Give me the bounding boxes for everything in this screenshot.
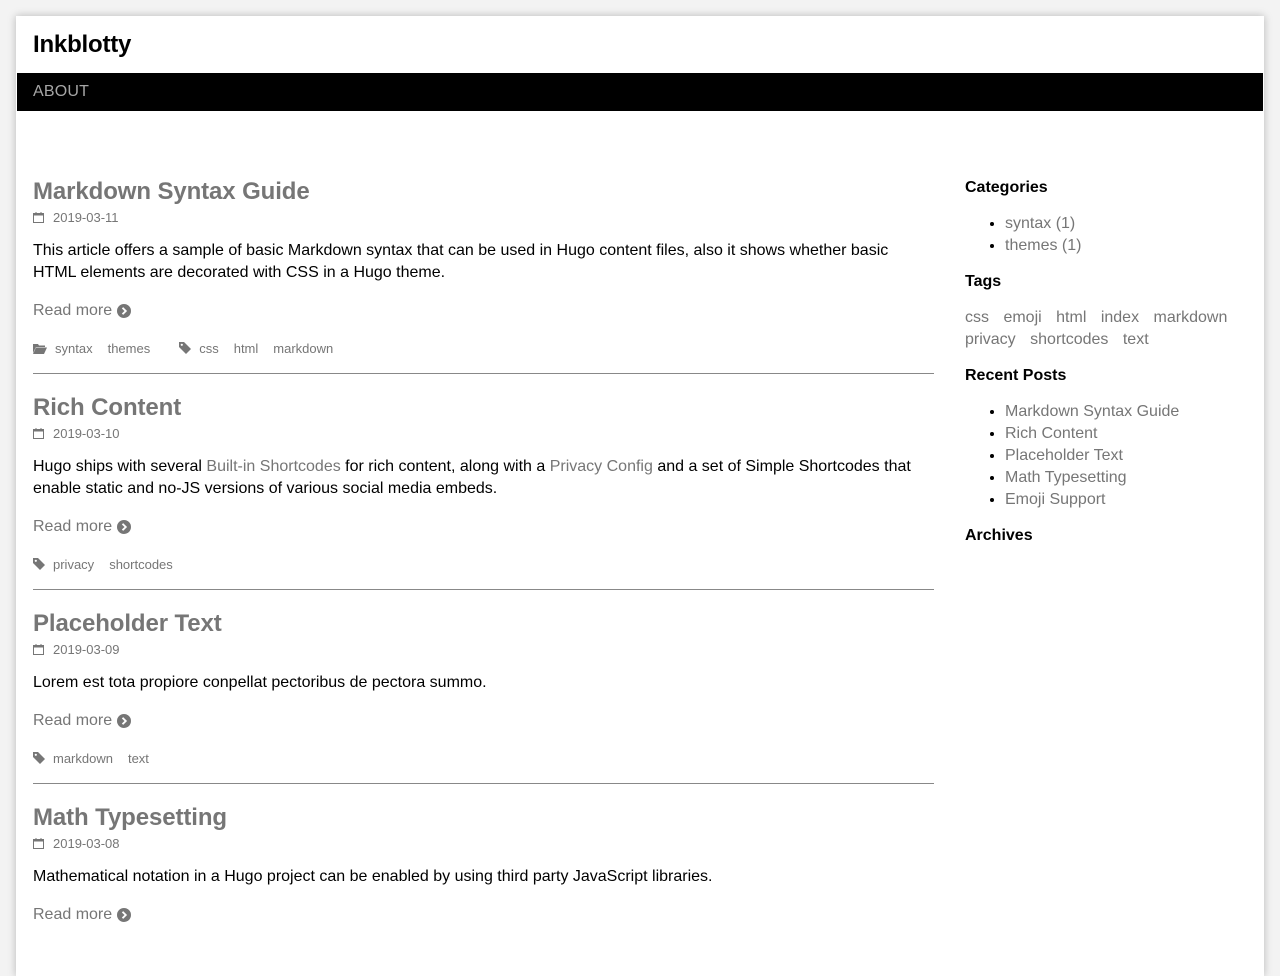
tag-link-shortcodes[interactable]: shortcodes (109, 557, 173, 572)
privacy-config-link[interactable]: Privacy Config (550, 458, 653, 475)
post-summary: Hugo ships with several Built-in Shortco… (33, 456, 934, 500)
post-divider (33, 373, 934, 374)
nav-item-about[interactable]: ABOUT (33, 83, 89, 101)
tag-link-text[interactable]: text (128, 751, 149, 766)
category-item: themes (1) (1005, 235, 1245, 257)
chevron-circle-right-icon (117, 714, 132, 728)
read-more-link[interactable]: Read more (33, 516, 132, 538)
summary-text: for rich content, along with a (340, 458, 550, 475)
recent-posts-list: Markdown Syntax Guide Rich Content Place… (965, 401, 1245, 511)
post-item: Markdown Syntax Guide 2019-03-11 This ar… (33, 178, 934, 358)
page-container: Inkblotty ABOUT Markdown Syntax Guide 20… (16, 16, 1264, 976)
category-item: syntax (1) (1005, 213, 1245, 235)
post-date: 2019-03-09 (33, 639, 934, 659)
tag-link-shortcodes[interactable]: shortcodes (1030, 329, 1108, 351)
post-divider (33, 783, 934, 784)
summary-text: Hugo ships with several (33, 458, 207, 475)
tag-cloud: css emoji html index markdown privacy sh… (965, 307, 1245, 351)
tag-link-css[interactable]: css (965, 307, 989, 329)
post-taxonomy: privacy shortcodes (33, 554, 934, 574)
post-date: 2019-03-10 (33, 423, 934, 443)
recent-posts-widget: Recent Posts Markdown Syntax Guide Rich … (965, 366, 1245, 511)
archives-widget: Archives (965, 526, 1245, 546)
recent-post-link[interactable]: Markdown Syntax Guide (1005, 403, 1179, 420)
read-more-label: Read more (33, 712, 113, 729)
recent-post-item: Rich Content (1005, 423, 1245, 445)
recent-post-item: Emoji Support (1005, 489, 1245, 511)
post-item: Placeholder Text 2019-03-09 Lorem est to… (33, 610, 934, 768)
post-divider (33, 589, 934, 590)
tag-link-markdown[interactable]: markdown (53, 751, 113, 766)
post-date-text: 2019-03-09 (53, 641, 120, 657)
calendar-icon (33, 837, 44, 849)
categories-list: syntax (1) themes (1) (965, 213, 1245, 257)
tag-link-privacy[interactable]: privacy (53, 557, 94, 572)
read-more-link[interactable]: Read more (33, 904, 132, 926)
chevron-circle-right-icon (117, 908, 132, 922)
chevron-circle-right-icon (117, 520, 132, 534)
post-item: Rich Content 2019-03-10 Hugo ships with … (33, 394, 934, 574)
sidebar: Categories syntax (1) themes (1) Tags cs… (965, 178, 1245, 546)
post-date: 2019-03-08 (33, 833, 934, 853)
post-title-link[interactable]: Math Typesetting (33, 804, 934, 832)
tag-link-text[interactable]: text (1123, 329, 1149, 351)
tags-heading: Tags (965, 273, 1002, 290)
post-date-text: 2019-03-10 (53, 425, 120, 441)
archives-heading: Archives (965, 527, 1033, 544)
recent-post-item: Placeholder Text (1005, 445, 1245, 467)
main-navbar: ABOUT (17, 73, 1263, 111)
tag-link-html[interactable]: html (234, 341, 259, 356)
recent-post-link[interactable]: Emoji Support (1005, 491, 1106, 508)
calendar-icon (33, 643, 44, 655)
tag-link-markdown[interactable]: markdown (273, 341, 333, 356)
post-summary: Lorem est tota propiore conpellat pector… (33, 674, 487, 691)
category-link-syntax[interactable]: syntax (1) (1005, 215, 1075, 232)
read-more-link[interactable]: Read more (33, 710, 132, 732)
categories-widget: Categories syntax (1) themes (1) (965, 178, 1245, 257)
read-more-link[interactable]: Read more (33, 300, 132, 322)
recent-post-link[interactable]: Rich Content (1005, 425, 1098, 442)
read-more-label: Read more (33, 302, 113, 319)
recent-post-item: Markdown Syntax Guide (1005, 401, 1245, 423)
tag-icon (179, 342, 192, 354)
folder-open-icon (33, 343, 47, 354)
tag-link-index[interactable]: index (1101, 307, 1139, 329)
tag-link-css[interactable]: css (199, 341, 219, 356)
tag-icon (33, 752, 45, 764)
recent-post-item: Math Typesetting (1005, 467, 1245, 489)
chevron-circle-right-icon (117, 304, 132, 318)
post-list: Markdown Syntax Guide 2019-03-11 This ar… (33, 178, 934, 926)
site-title[interactable]: Inkblotty (33, 31, 131, 59)
post-title-link[interactable]: Markdown Syntax Guide (33, 178, 934, 206)
post-date-text: 2019-03-08 (53, 835, 120, 851)
tag-link-privacy[interactable]: privacy (965, 329, 1016, 351)
categories-heading: Categories (965, 179, 1048, 196)
category-link-syntax[interactable]: syntax (55, 341, 93, 356)
post-taxonomy: syntax themes css html markdown (33, 338, 934, 358)
post-taxonomy: markdown text (33, 748, 934, 768)
recent-posts-heading: Recent Posts (965, 367, 1067, 384)
tag-link-markdown[interactable]: markdown (1154, 307, 1228, 329)
tag-link-emoji[interactable]: emoji (1003, 307, 1041, 329)
post-summary: Mathematical notation in a Hugo project … (33, 868, 713, 885)
calendar-icon (33, 427, 44, 439)
tag-icon (33, 558, 45, 570)
post-item: Math Typesetting 2019-03-08 Mathematical… (33, 804, 934, 926)
read-more-label: Read more (33, 518, 113, 535)
post-date: 2019-03-11 (33, 207, 934, 227)
built-in-shortcodes-link[interactable]: Built-in Shortcodes (206, 458, 340, 475)
post-summary: This article offers a sample of basic Ma… (33, 242, 889, 281)
calendar-icon (33, 211, 44, 223)
recent-post-link[interactable]: Math Typesetting (1005, 469, 1127, 486)
post-title-link[interactable]: Placeholder Text (33, 610, 934, 638)
read-more-label: Read more (33, 906, 113, 923)
category-link-themes[interactable]: themes (108, 341, 151, 356)
post-date-text: 2019-03-11 (53, 209, 119, 225)
post-title-link[interactable]: Rich Content (33, 394, 934, 422)
tag-link-html[interactable]: html (1056, 307, 1086, 329)
tags-widget: Tags css emoji html index markdown priva… (965, 272, 1245, 351)
category-link-themes[interactable]: themes (1) (1005, 237, 1081, 254)
recent-post-link[interactable]: Placeholder Text (1005, 447, 1123, 464)
